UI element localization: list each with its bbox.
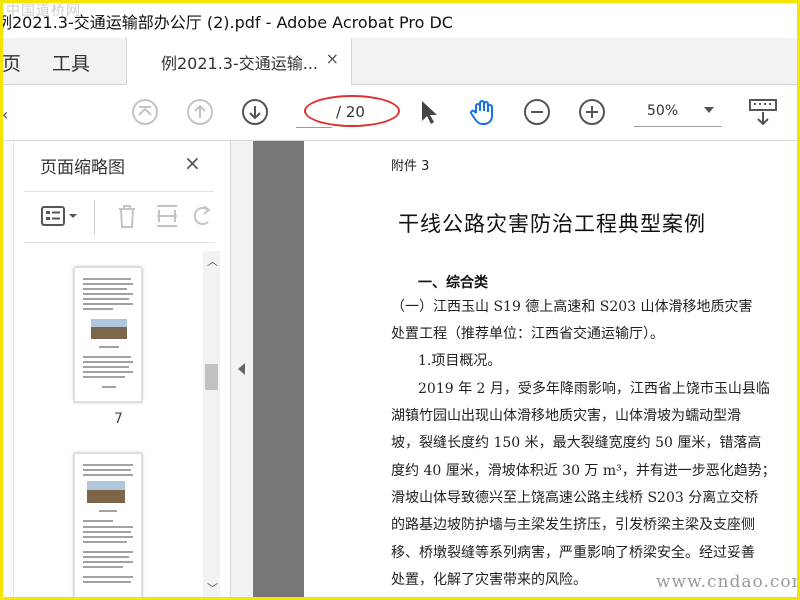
- thumbnail-options-icon[interactable]: [40, 202, 84, 230]
- annotation-ellipse: [304, 95, 400, 127]
- body-line: 坡，裂缝长度约 150 米，最大裂缝宽度约 50 厘米，错落高: [391, 435, 762, 451]
- chevron-left-icon[interactable]: ‹: [2, 105, 8, 124]
- panel-splitter[interactable]: [231, 141, 253, 600]
- menu-home[interactable]: 页: [2, 49, 21, 76]
- body-line: 度约 40 厘米，滑坡体积近 30 万 m³，并有进一步恶化趋势；: [391, 463, 776, 479]
- scroll-down-icon[interactable]: ﹀: [207, 580, 218, 596]
- zoom-out-icon[interactable]: [522, 97, 552, 127]
- insert-pages-icon[interactable]: [154, 202, 180, 230]
- thumbnail-page-label: 7: [114, 411, 123, 427]
- document-tab[interactable]: 例2021.3-交通运输... ×: [126, 38, 352, 85]
- thumbnail-panel: 页面缩略图 × 7 ︿ ﹀: [0, 141, 231, 600]
- zoom-value: 50%: [647, 103, 679, 119]
- watermark-top: 中国道桥网: [6, 3, 81, 19]
- menu-tools[interactable]: 工具: [52, 49, 90, 76]
- first-page-icon[interactable]: [130, 97, 160, 127]
- toolbar: ‹ / 20 50%: [0, 85, 800, 141]
- next-page-icon[interactable]: [240, 97, 270, 127]
- body-line: 滑坡山体导致德兴至上饶高速公路主线桥 S203 分离立交桥: [391, 490, 759, 506]
- body-line: 处置工程（推荐单位：江西省交通运输厅）。: [391, 326, 664, 342]
- panel-title: 页面缩略图: [40, 158, 125, 178]
- tab-row: 页 工具: [0, 38, 800, 85]
- pdf-page: 附件 3 干线公路灾害防治工程典型案例 一、综合类 （一）江西玉山 S19 德上…: [304, 141, 800, 600]
- panel-toolbar: [24, 191, 214, 243]
- keyboard-icon[interactable]: [748, 97, 778, 127]
- attachment-label: 附件 3: [391, 159, 430, 174]
- document-area: 附件 3 干线公路灾害防治工程典型案例 一、综合类 （一）江西玉山 S19 德上…: [253, 141, 800, 600]
- body-line: 移、桥墩裂缝等系列病害，严重影响了桥梁安全。经过妥善: [391, 545, 755, 561]
- page-thumbnail-7[interactable]: [74, 267, 142, 402]
- body-line: 的路基边坡防护墙与主梁发生挤压，引发桥梁主梁及支座侧: [391, 517, 755, 533]
- trash-icon[interactable]: [114, 202, 140, 230]
- panel-close-icon[interactable]: ×: [184, 151, 201, 175]
- select-arrow-icon[interactable]: [414, 97, 444, 127]
- watermark-bottom: www.cndao.com: [656, 572, 800, 592]
- document-title: 干线公路灾害防治工程典型案例: [398, 212, 706, 236]
- body-line: （一）江西玉山 S19 德上高速和 S203 山体滑移地质灾害: [391, 299, 753, 315]
- page-thumbnail-8[interactable]: [74, 453, 142, 600]
- panel-edge: [0, 141, 14, 600]
- tab-close-icon[interactable]: ×: [326, 49, 339, 68]
- zoom-select[interactable]: 50%: [634, 98, 722, 127]
- rotate-icon[interactable]: [192, 202, 214, 230]
- scroll-up-icon[interactable]: ︿: [207, 253, 218, 269]
- chevron-down-icon: [704, 107, 714, 113]
- body-line: 2019 年 2 月，受多年降雨影响，江西省上饶市玉山县临: [418, 381, 770, 397]
- prev-page-icon[interactable]: [185, 97, 215, 127]
- body-line: 1.项目概况。: [418, 353, 502, 369]
- title-bar: 例2021.3-交通运输部办公厅 (2).pdf - Adobe Acrobat…: [0, 0, 800, 39]
- collapse-panel-icon[interactable]: [238, 363, 245, 375]
- body-line: 湖镇竹园山出现山体滑移地质灾害，山体滑坡为蠕动型滑: [391, 408, 741, 424]
- panel-scrollbar[interactable]: ︿ ﹀: [203, 251, 220, 600]
- zoom-in-icon[interactable]: [577, 97, 607, 127]
- section-heading: 一、综合类: [418, 275, 488, 291]
- toolbar-separator: [94, 200, 95, 234]
- hand-tool-icon[interactable]: [467, 97, 497, 127]
- scroll-thumb[interactable]: [205, 364, 218, 390]
- tab-label: 例2021.3-交通运输...: [161, 54, 319, 73]
